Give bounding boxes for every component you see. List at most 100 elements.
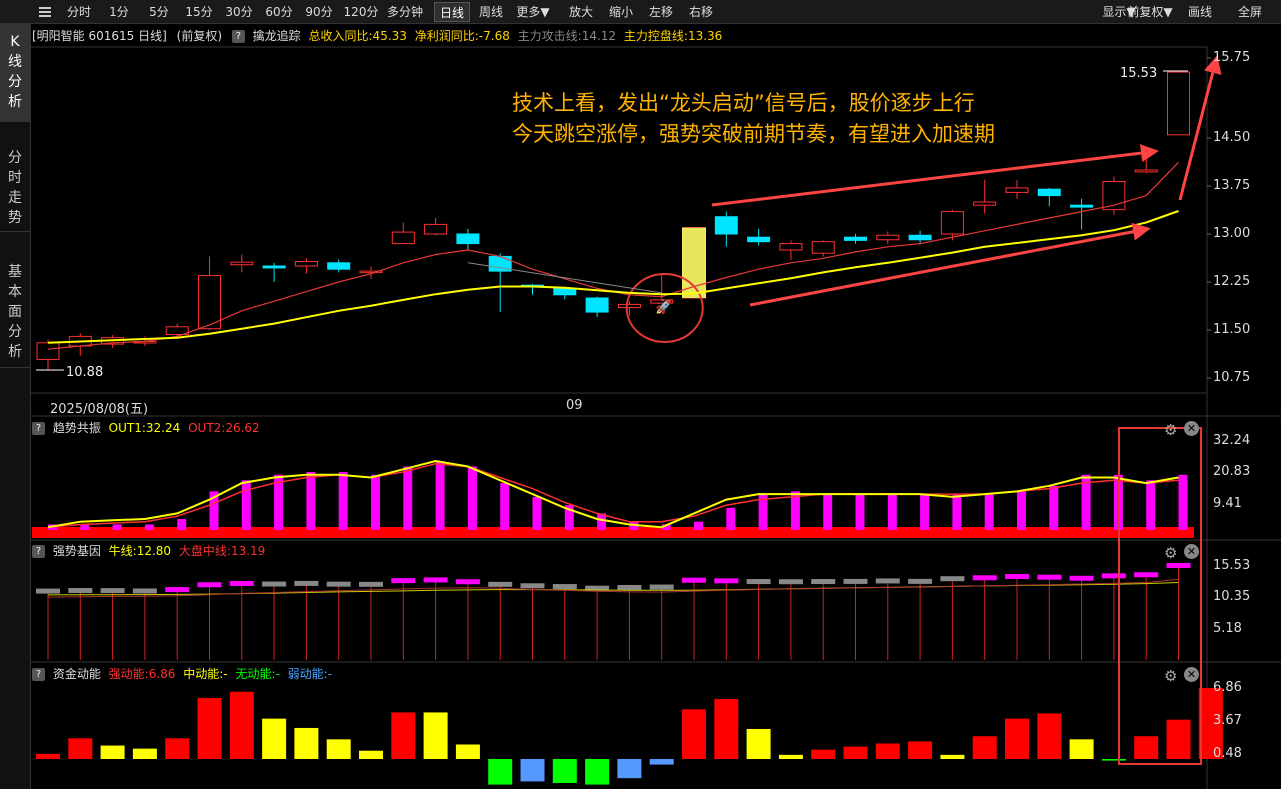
candle-body <box>424 223 448 235</box>
panel3-bar <box>585 759 610 785</box>
candle-body <box>908 234 932 241</box>
panel1-bar <box>823 494 833 530</box>
price-tick: 10.75 <box>1213 370 1251 385</box>
panel2-block <box>262 581 287 587</box>
panel1-help-icon[interactable]: ? <box>32 422 45 435</box>
panel1-bar <box>435 460 445 530</box>
panel3-bar <box>617 759 642 779</box>
gear-icon[interactable]: ⚙ <box>1164 667 1177 685</box>
panel2-block <box>1069 575 1094 581</box>
panel1-bar <box>855 494 865 530</box>
panel1-tick: 20.83 <box>1213 464 1251 480</box>
panel1-bar <box>306 472 316 530</box>
panel3-none: 无动能:- <box>235 667 280 681</box>
panel2-block <box>1166 563 1191 568</box>
price-tick: 13.75 <box>1213 178 1251 193</box>
panel2-market-line <box>47 578 1179 598</box>
low-price-label: 10.88 <box>66 365 104 380</box>
panel2-help-icon[interactable]: ? <box>32 545 45 558</box>
candle-body <box>1134 169 1158 173</box>
panel2-block <box>359 581 383 587</box>
panel3-name[interactable]: 资金动能 <box>53 667 101 681</box>
candle-body <box>940 211 964 235</box>
close-icon[interactable]: ✕ <box>1184 544 1199 559</box>
gear-icon[interactable]: ⚙ <box>1164 421 1177 439</box>
panel3-bar <box>294 727 319 759</box>
candle-body <box>1070 204 1094 208</box>
trend-resonance-panel[interactable] <box>32 459 1194 538</box>
highlight-box <box>1118 427 1202 765</box>
candle-body <box>714 216 738 235</box>
panel2-block <box>843 578 868 584</box>
panel1-out1: OUT1:32.24 <box>108 421 181 435</box>
panel3-bar <box>908 741 933 759</box>
panel2-bull-line: 牛线:12.80 <box>108 544 172 558</box>
candle-body <box>876 234 900 241</box>
panel3-bar <box>552 759 577 783</box>
panel3-bar <box>262 718 287 759</box>
price-tick: 14.50 <box>1213 130 1251 145</box>
panel3-tick: 0.48 <box>1213 746 1242 762</box>
panel1-name[interactable]: 趋势共振 <box>53 421 101 435</box>
panel3-bar <box>1134 736 1159 759</box>
panel2-block <box>940 576 965 582</box>
panel2-block <box>520 583 545 589</box>
panel2-block <box>649 584 674 590</box>
candle-body <box>456 233 480 245</box>
panel1-bar <box>241 480 251 530</box>
annotation-line-1: 技术上看，发出“龙头启动”信号后，股价逐步上行 <box>512 91 975 115</box>
panel3-bar <box>682 709 706 759</box>
panel1-bar <box>467 466 477 530</box>
panel1-header: ? 趋势共振 OUT1:32.24 OUT2:26.62 <box>32 419 260 437</box>
panel2-block <box>552 584 577 590</box>
panel1-bar <box>177 518 187 530</box>
annotation-text: 技术上看，发出“龙头启动”信号后，股价逐步上行 今天跳空涨停，强势突破前期节奏，… <box>512 88 995 150</box>
panel1-bar <box>1146 480 1156 530</box>
panel2-tick: 15.53 <box>1213 558 1251 573</box>
panel2-block <box>714 578 739 584</box>
panel3-bar <box>875 743 900 759</box>
panel3-bar <box>1101 759 1126 761</box>
panel3-bar <box>1069 739 1094 759</box>
candle-body <box>747 236 771 243</box>
close-icon[interactable]: ✕ <box>1184 667 1199 682</box>
candle-body <box>391 231 415 245</box>
panel2-block <box>1005 573 1029 579</box>
panel2-tick: 5.18 <box>1213 620 1242 636</box>
panel3-bar <box>746 728 771 759</box>
panel3-help-icon[interactable]: ? <box>32 668 45 681</box>
gear-icon[interactable]: ⚙ <box>1164 544 1177 562</box>
fund-momentum-panel[interactable] <box>36 688 1223 785</box>
date-month-label: 09 <box>566 398 583 413</box>
panel2-name[interactable]: 强势基因 <box>53 544 101 558</box>
panel2-block <box>1101 573 1126 579</box>
panel2-block <box>617 584 642 590</box>
panel2-header: ? 强势基因 牛线:12.80 大盘中线:13.19 <box>32 542 265 560</box>
panel2-block <box>36 588 60 594</box>
panel3-bar <box>520 759 545 782</box>
panel3-mid: 中动能:- <box>183 667 228 681</box>
candle-body <box>262 265 286 269</box>
panel3-bar <box>100 745 125 759</box>
panel2-block <box>778 579 803 585</box>
panel3-bar <box>843 746 868 759</box>
panel1-tick: 9.41 <box>1213 496 1242 512</box>
panel1-bar <box>984 494 994 530</box>
panel2-block <box>100 588 125 594</box>
panel3-bar <box>455 744 480 759</box>
candle-body <box>1005 187 1029 193</box>
panel1-bar <box>144 524 154 530</box>
panel1-bar <box>1178 474 1188 530</box>
candle-body <box>973 201 997 206</box>
strong-gene-panel[interactable] <box>36 563 1191 660</box>
panel1-bar <box>371 474 380 530</box>
candle-body <box>585 297 609 313</box>
panel1-bar <box>500 483 510 530</box>
panel3-bar <box>714 698 739 759</box>
candle-body <box>811 241 835 254</box>
panel2-block <box>294 580 319 586</box>
panel3-bar <box>391 712 416 759</box>
annotation-line-2: 今天跳空涨停，强势突破前期节奏，有望进入加速期 <box>512 122 995 146</box>
close-icon[interactable]: ✕ <box>1184 421 1199 436</box>
panel2-block <box>488 581 513 587</box>
